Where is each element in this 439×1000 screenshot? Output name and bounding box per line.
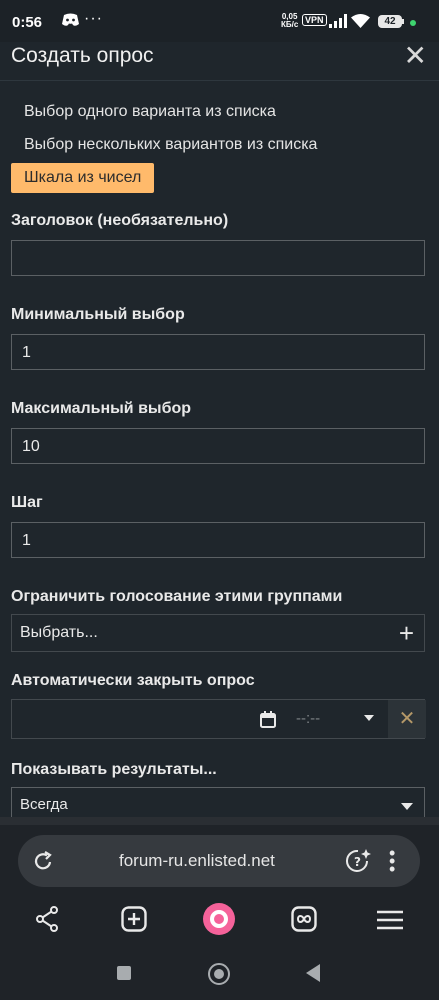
results-select-value: Всегда bbox=[20, 796, 68, 813]
vpn-badge: VPN bbox=[302, 14, 327, 26]
reload-icon[interactable] bbox=[34, 850, 54, 877]
step-input[interactable]: 1 bbox=[11, 522, 425, 558]
privacy-indicator bbox=[410, 20, 416, 26]
tabs-icon[interactable] bbox=[291, 906, 317, 937]
step-value: 1 bbox=[22, 532, 31, 549]
url-text[interactable]: forum-ru.enlisted.net bbox=[119, 851, 275, 871]
chevron-down-icon[interactable] bbox=[401, 803, 413, 810]
autoclose-datetime[interactable]: --:-- ✕ bbox=[11, 699, 426, 739]
time-input[interactable]: --:-- bbox=[296, 710, 320, 727]
min-input[interactable]: 1 bbox=[11, 334, 425, 370]
system-nav-bar bbox=[0, 950, 439, 1000]
wifi-icon bbox=[351, 14, 370, 32]
new-tab-icon[interactable] bbox=[121, 906, 147, 937]
poll-type-number[interactable]: Шкала из чисел bbox=[11, 163, 155, 193]
chevron-down-icon[interactable] bbox=[364, 715, 374, 721]
assistant-icon[interactable]: ? bbox=[346, 848, 372, 879]
modal-header: Создать опрос ✕ bbox=[0, 42, 439, 81]
close-icon[interactable]: ✕ bbox=[404, 42, 427, 70]
toolbar-edge bbox=[0, 817, 439, 825]
autoclose-label: Автоматически закрыть опрос bbox=[11, 672, 255, 689]
min-value: 1 bbox=[22, 344, 31, 361]
max-label: Максимальный выбор bbox=[11, 400, 192, 417]
home-button[interactable] bbox=[208, 963, 230, 985]
clear-icon[interactable]: ✕ bbox=[388, 700, 426, 738]
groups-label: Ограничить голосование этими группами bbox=[11, 588, 343, 605]
browser-nav-bar bbox=[0, 895, 439, 949]
battery-tip bbox=[402, 19, 404, 24]
network-speed: 0,05 КБ/с bbox=[281, 12, 299, 29]
signal-icon bbox=[329, 14, 347, 32]
min-label: Минимальный выбор bbox=[11, 306, 185, 323]
modal-title: Создать опрос bbox=[11, 44, 154, 67]
plus-icon[interactable]: + bbox=[399, 615, 414, 651]
max-value: 10 bbox=[22, 438, 40, 455]
results-label: Показывать результаты... bbox=[11, 761, 217, 778]
poll-type-single[interactable]: Выбор одного варианта из списка bbox=[11, 97, 289, 127]
title-input[interactable] bbox=[11, 240, 425, 276]
recents-button[interactable] bbox=[117, 966, 131, 980]
calendar-icon[interactable] bbox=[260, 711, 276, 733]
back-button[interactable] bbox=[306, 964, 320, 982]
svg-text:?: ? bbox=[354, 855, 361, 869]
address-bar[interactable]: forum-ru.enlisted.net ? • • • bbox=[18, 835, 420, 887]
max-input[interactable]: 10 bbox=[11, 428, 425, 464]
battery-icon: 42 bbox=[378, 15, 402, 28]
more-vert-icon[interactable]: • • • bbox=[389, 844, 395, 878]
alice-icon[interactable] bbox=[203, 903, 235, 940]
groups-select[interactable]: Выбрать... + bbox=[11, 614, 425, 652]
share-icon[interactable] bbox=[35, 906, 59, 937]
status-bar: 0:56 ··· 0,05 КБ/с VPN 42 bbox=[0, 0, 439, 42]
results-select[interactable]: Всегда bbox=[11, 787, 425, 817]
groups-select-value: Выбрать... bbox=[20, 624, 98, 641]
menu-icon[interactable] bbox=[377, 910, 403, 935]
poll-type-multiple[interactable]: Выбор нескольких вариантов из списка bbox=[11, 130, 330, 160]
title-label: Заголовок (необязательно) bbox=[11, 212, 229, 229]
more-icon: ··· bbox=[84, 10, 103, 27]
status-time: 0:56 bbox=[12, 14, 43, 31]
step-label: Шаг bbox=[11, 494, 43, 511]
discord-icon bbox=[62, 13, 79, 31]
